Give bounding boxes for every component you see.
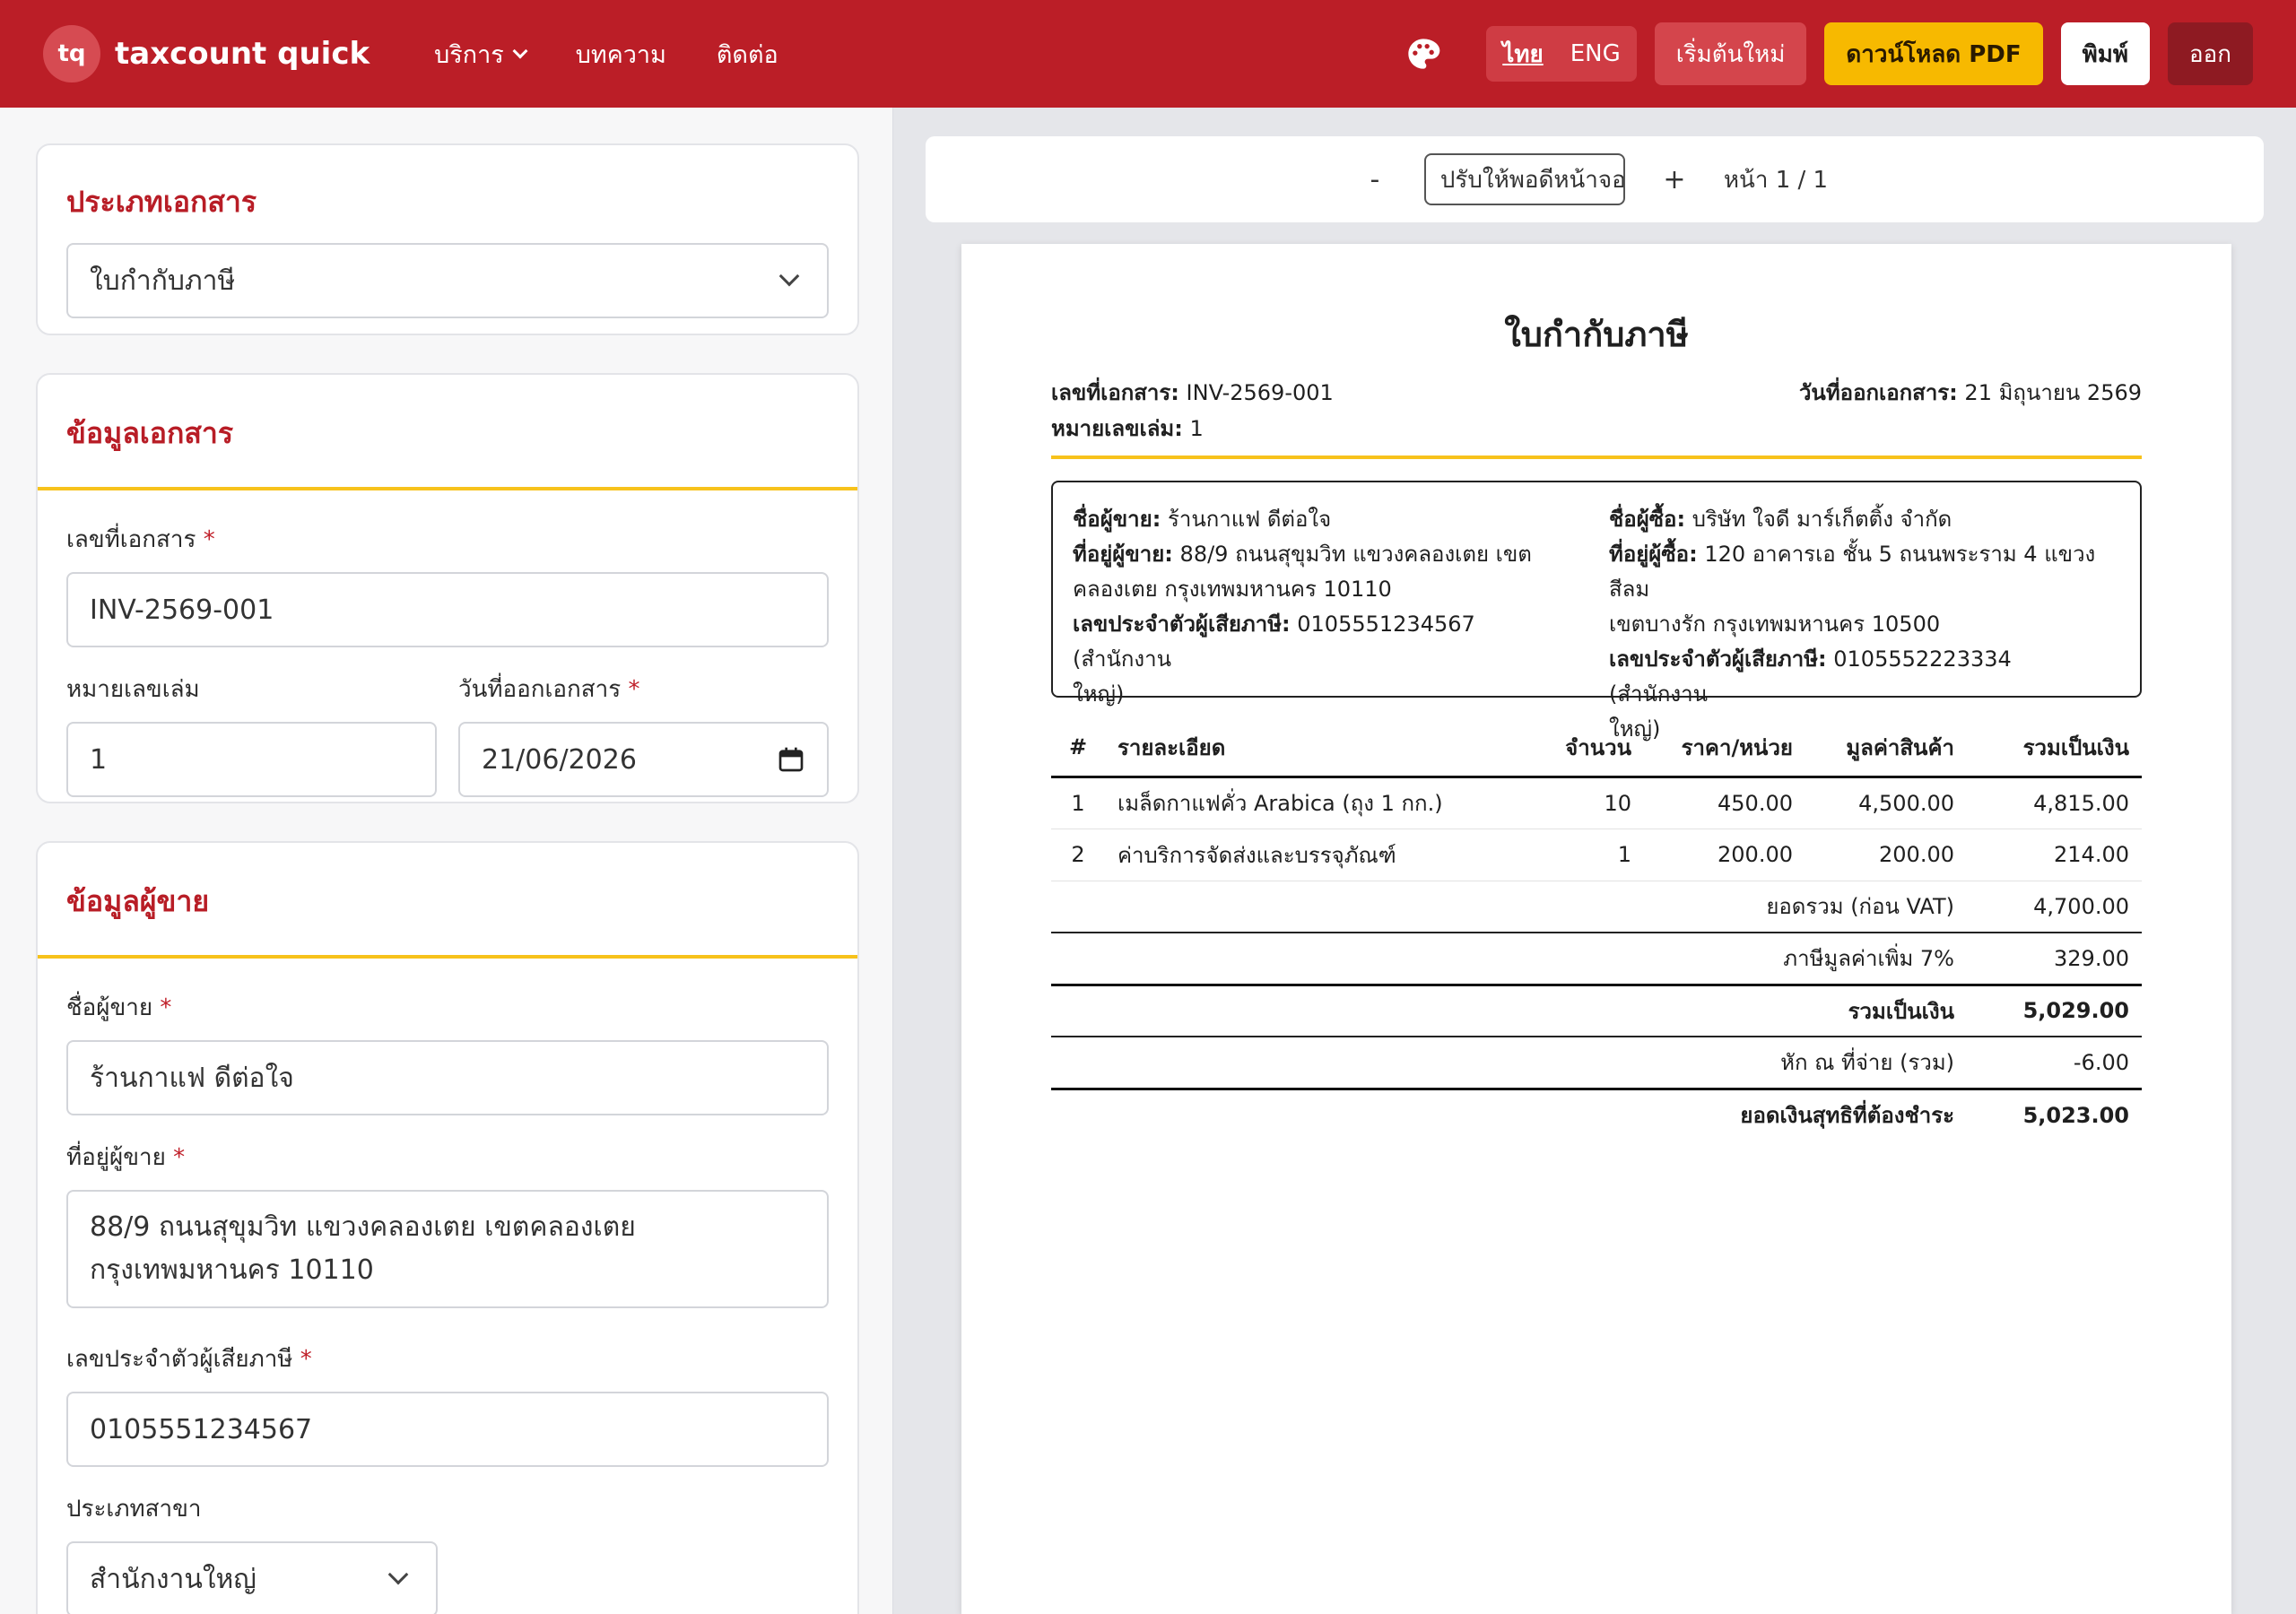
seller-tax-label: เลขประจำตัวผู้เสียภาษี * <box>66 1346 312 1373</box>
nav-services[interactable]: บริการ <box>434 35 528 74</box>
top-bar: tq taxcount quick บริการ บทความ ติดต่อ ไ… <box>0 0 2296 108</box>
divider <box>1051 456 2142 459</box>
date-value: 21/06/2026 <box>482 743 637 776</box>
zoom-in-button[interactable]: + <box>1661 164 1688 195</box>
doc-no-input[interactable]: INV-2569-001 <box>66 572 829 647</box>
seller-address-label: ที่อยู่ผู้ขาย * <box>66 1144 186 1171</box>
reset-button[interactable]: เริ่มต้นใหม่ <box>1654 22 1807 85</box>
form-panel: ประเภทเอกสาร ใบกำกับภาษี ข้อมูลเอกสาร เล… <box>0 108 893 1614</box>
seller-name-label: ชื่อผู้ขาย * <box>66 994 172 1021</box>
doc-date: 21 มิถุนายน 2569 <box>1964 380 2142 405</box>
doc-info-card: ข้อมูลเอกสาร เลขที่เอกสาร * INV-2569-001… <box>36 373 859 803</box>
table-row: 1 เมล็ดกาแฟคั่ว Arabica (ถุง 1 กก.) 10 450.… <box>1051 777 2142 829</box>
page-indicator: หน้า 1 / 1 <box>1723 166 1829 194</box>
lang-eng[interactable]: ENG <box>1570 40 1621 67</box>
palette-icon[interactable] <box>1405 36 1441 72</box>
chevron-down-icon <box>778 265 800 287</box>
parties-box: ชื่อผู้ขาย: ร้านกาแฟ ดีต่อใจ ที่อยู่ผู้ข… <box>1051 481 2142 742</box>
withholding-row: หัก ณ ที่จ่าย (รวม) -6.00 <box>1051 1037 2142 1090</box>
items-table: # รายละเอียด จำนวน ราคา/หน่วย มูลค่าสินค… <box>1051 719 2142 1141</box>
brand[interactable]: tq taxcount quick <box>43 25 370 82</box>
vat-row: ภาษีมูลค่าเพิ่ม 7% 329.00 <box>1051 933 2142 986</box>
zoom-out-button[interactable]: - <box>1361 164 1388 195</box>
viewer-toolbar: - ปรับให้พอดีหน้าจอ + หน้า 1 / 1 <box>926 136 2264 222</box>
seller-tax-input[interactable]: 0105551234567 <box>66 1392 829 1467</box>
table-row: 2 ค่าบริการจัดส่งและบรรจุภัณฑ์ 1 200.00 200.… <box>1051 829 2142 881</box>
main-nav: บริการ บทความ ติดต่อ <box>434 35 778 74</box>
brand-logo: tq <box>43 25 100 82</box>
nav-services-label: บริการ <box>434 40 504 69</box>
doc-type-select[interactable]: ใบกำกับภาษี <box>66 243 829 318</box>
calendar-icon[interactable] <box>777 745 805 774</box>
exit-button[interactable]: ออก <box>2168 22 2253 85</box>
doc-type-title: ประเภทเอกสาร <box>66 185 257 219</box>
date-label: วันที่ออกเอกสาร * <box>458 676 640 703</box>
doc-info-header: ข้อมูลเอกสาร <box>38 375 857 490</box>
table-header: # รายละเอียด จำนวน ราคา/หน่วย มูลค่าสินค… <box>1051 719 2142 778</box>
nav-articles[interactable]: บทความ <box>576 35 666 74</box>
chevron-down-icon <box>512 43 528 59</box>
seller-name-input[interactable]: ร้านกาแฟ ดีต่อใจ <box>66 1040 829 1115</box>
right-tools: ไทย ENG เริ่มต้นใหม่ ดาวน์โหลด PDF พิมพ์… <box>1405 22 2253 85</box>
book-no-input[interactable]: 1 <box>66 722 437 797</box>
doc-type-card: ประเภทเอกสาร ใบกำกับภาษี <box>36 143 859 335</box>
document-title: ใบกำกับภาษี <box>1504 315 1689 354</box>
document-page: ใบกำกับภาษี เลขที่เอกสาร: INV-2569-001 ห… <box>961 244 2231 1614</box>
lang-thai[interactable]: ไทย <box>1502 36 1543 73</box>
net-total-row: ยอดเงินสุทธิที่ต้องชำระ 5,023.00 <box>1740 1102 2129 1129</box>
seller-card: ข้อมูลผู้ขาย ชื่อผู้ขาย * ร้านกาแฟ ดีต่อ… <box>36 841 859 1614</box>
download-pdf-button[interactable]: ดาวน์โหลด PDF <box>1824 22 2043 85</box>
book-no-label: หมายเลขเล่ม <box>66 676 200 703</box>
doc-info-title: ข้อมูลเอกสาร <box>66 416 234 450</box>
zoom-select[interactable]: ปรับให้พอดีหน้าจอ <box>1423 153 1625 205</box>
branch-type-select[interactable]: สำนักงานใหญ่ <box>66 1541 438 1614</box>
branch-type-label: ประเภทสาขา <box>66 1496 202 1523</box>
buyer-info: ชื่อผู้ซื้อ: บริษัท ใจดี มาร์เก็ตติ้ง จำ… <box>1609 507 2096 742</box>
seller-address-line1: 88/9 ถนนสุขุมวิท แขวงคลองเตย เขตคลองเตย <box>90 1211 636 1243</box>
seller-info: ชื่อผู้ขาย: ร้านกาแฟ ดีต่อใจ ที่อยู่ผู้ข… <box>1073 507 1532 707</box>
total-row: รวมเป็นเงิน 5,029.00 <box>1051 985 2142 1037</box>
doc-meta-left: เลขที่เอกสาร: INV-2569-001 หมายเลขเล่ม: … <box>1051 380 1334 441</box>
book-number: 1 <box>1189 416 1204 441</box>
seller-title: ข้อมูลผู้ขาย <box>66 884 210 918</box>
doc-type-value: ใบกำกับภาษี <box>90 265 236 297</box>
seller-header: ข้อมูลผู้ขาย <box>38 843 857 959</box>
doc-number: INV-2569-001 <box>1186 380 1334 405</box>
nav-contact[interactable]: ติดต่อ <box>717 35 778 74</box>
seller-address-textarea[interactable]: 88/9 ถนนสุขุมวิท แขวงคลองเตย เขตคลองเตย … <box>66 1190 829 1308</box>
date-input[interactable]: 21/06/2026 <box>458 722 829 797</box>
seller-address-line2: กรุงเทพมหานคร 10110 <box>90 1254 374 1286</box>
doc-meta-right: วันที่ออกเอกสาร: 21 มิถุนายน 2569 <box>1798 380 2142 405</box>
branch-type-value: สำนักงานใหญ่ <box>90 1563 257 1595</box>
subtotal-row: ยอดรวม (ก่อน VAT) 4,700.00 <box>1051 881 2142 933</box>
language-switch: ไทย ENG <box>1486 26 1637 82</box>
brand-name: taxcount quick <box>115 36 370 72</box>
doc-no-label: เลขที่เอกสาร * <box>66 526 215 553</box>
print-button[interactable]: พิมพ์ <box>2060 22 2151 85</box>
chevron-down-icon <box>387 1564 409 1585</box>
